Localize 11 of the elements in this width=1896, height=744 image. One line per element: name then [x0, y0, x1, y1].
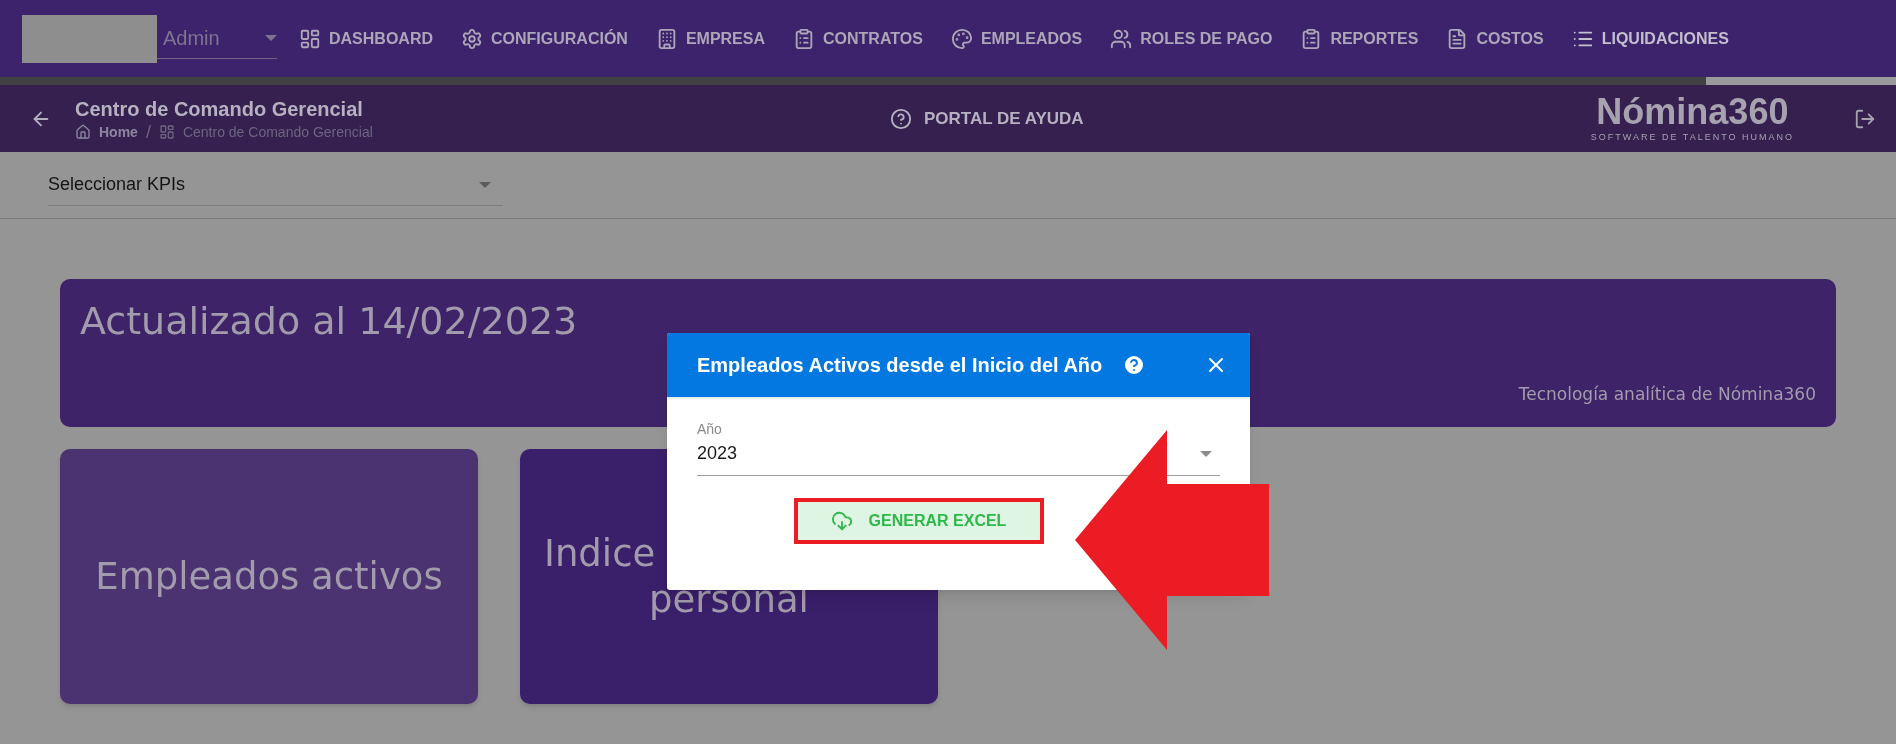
card-title: Empleados activos — [95, 553, 443, 600]
page-title: Centro de Comando Gerencial — [75, 96, 364, 122]
card-title: personal — [649, 576, 809, 623]
logo-tagline: SOFTWARE DE TALENTO HUMANO — [1590, 130, 1794, 144]
card-title: Indice — [544, 530, 656, 577]
breadcrumb-separator: / — [145, 121, 151, 142]
banner-title: Actualizado al 14/02/2023 — [80, 299, 579, 343]
breadcrumb-current: Centro de Comando Gerencial — [182, 122, 373, 142]
dialog-title: Empleados Activos desde el Inicio del Año — [697, 353, 1103, 378]
banner-footer: Tecnología analítica de Nómina360 — [1518, 381, 1816, 407]
logo-wordmark: Nómina360 — [1596, 92, 1789, 131]
